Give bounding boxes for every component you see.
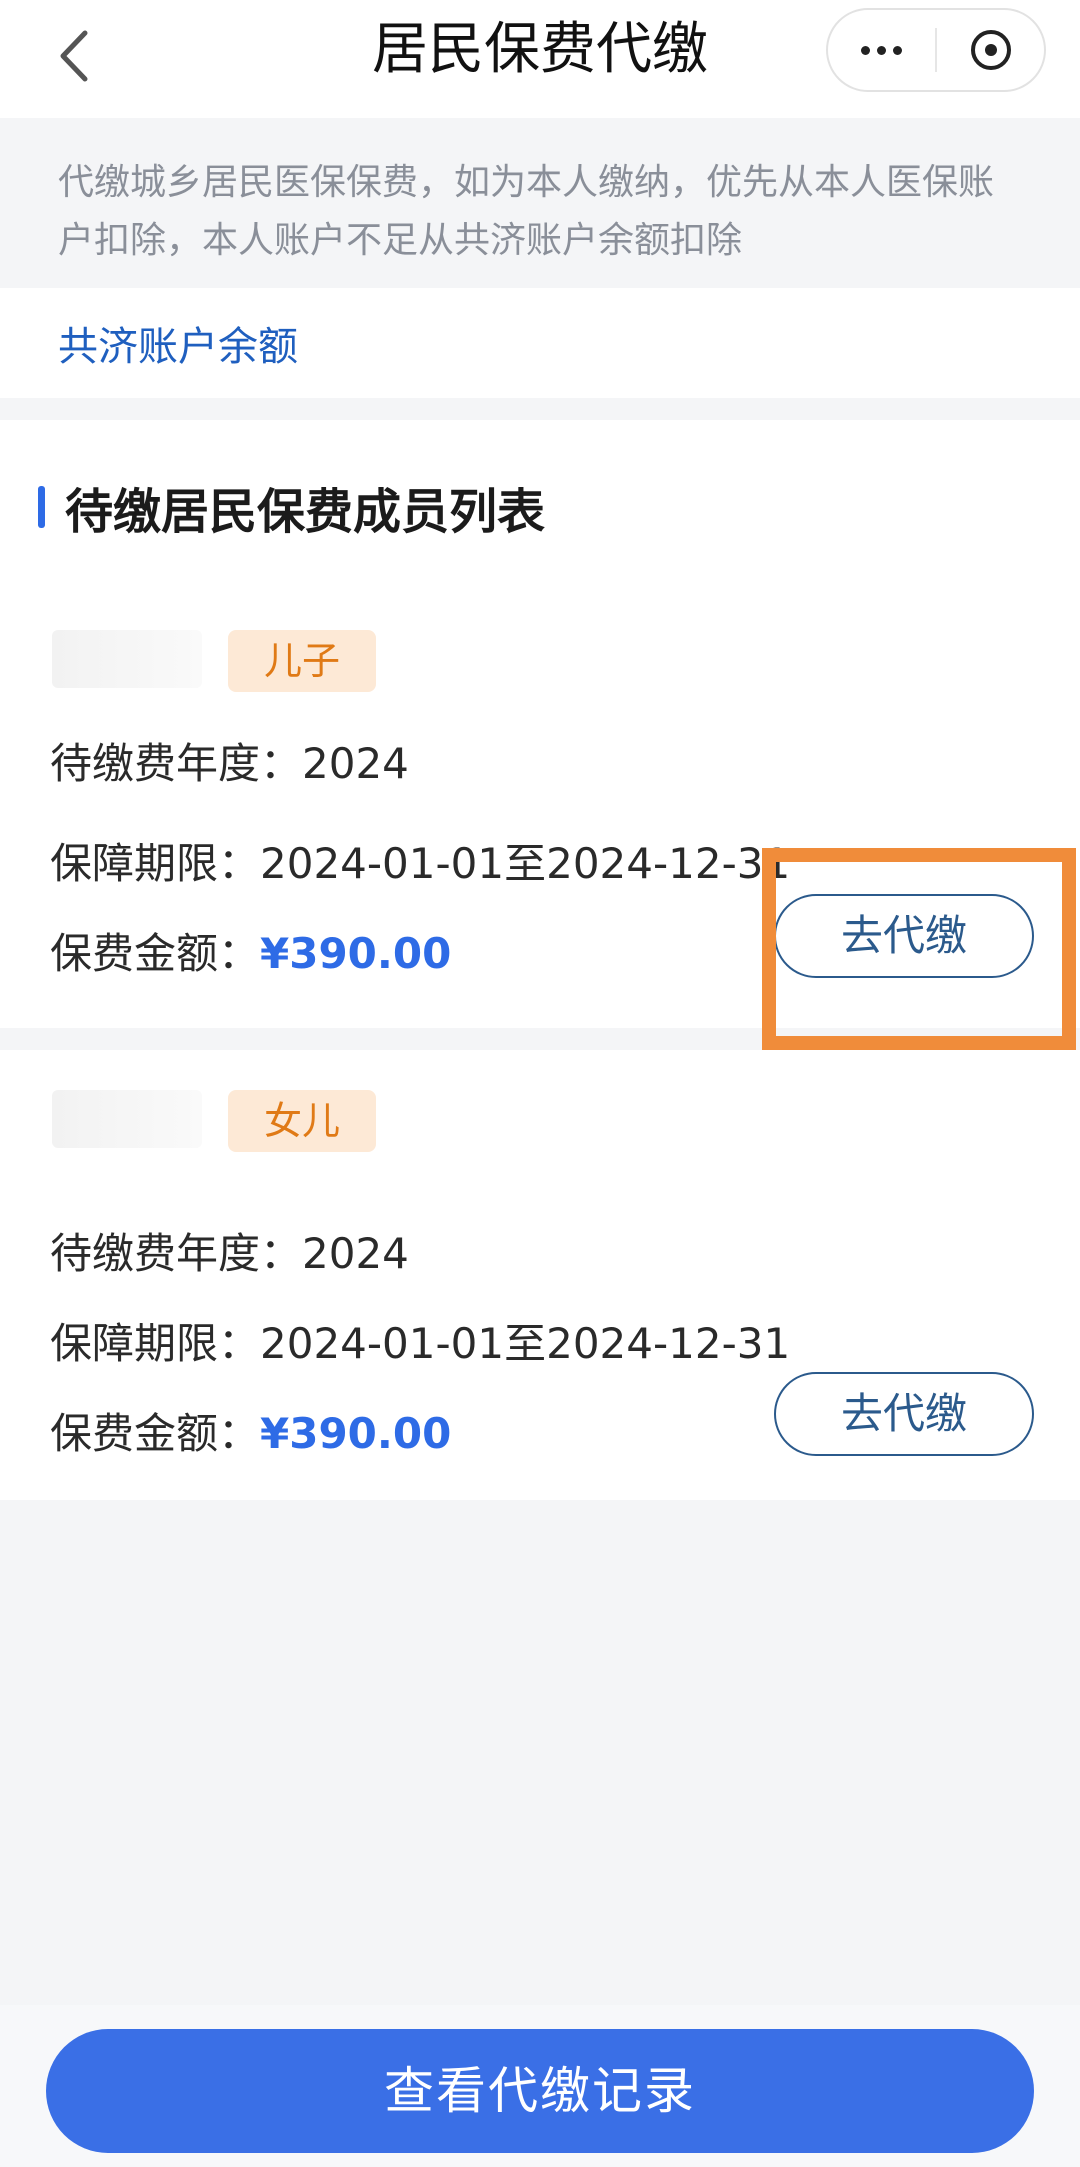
period-row: 保障期限：2024-01-01至2024-12-31 bbox=[50, 830, 790, 891]
period-label: 保障期限： bbox=[50, 839, 261, 888]
notice-panel: 代缴城乡居民医保保费，如为本人缴纳，优先从本人医保账户扣除，本人账户不足从共济账… bbox=[0, 118, 1080, 288]
member-name-redacted bbox=[52, 630, 202, 688]
section-title: 待缴居民保费成员列表 bbox=[65, 484, 546, 540]
chevron-left-icon bbox=[60, 30, 88, 82]
amount-row: 保费金额：¥390.00 bbox=[50, 1400, 451, 1461]
amount-row: 保费金额：¥390.00 bbox=[50, 920, 451, 981]
balance-panel: 共济账户余额 bbox=[0, 288, 1080, 398]
amount-label: 保费金额： bbox=[50, 1409, 261, 1458]
year-value: 2024 bbox=[302, 739, 409, 788]
member-card: 儿子 待缴费年度：2024 保障期限：2024-01-01至2024-12-31… bbox=[0, 590, 1080, 1028]
year-label: 待缴费年度： bbox=[50, 1229, 303, 1278]
mini-program-capsule bbox=[826, 8, 1046, 92]
close-button[interactable] bbox=[937, 10, 1044, 90]
relation-tag: 儿子 bbox=[228, 630, 376, 692]
navigation-bar: 居民保费代缴 bbox=[0, 0, 1080, 118]
year-row: 待缴费年度：2024 bbox=[50, 1220, 409, 1281]
period-row: 保障期限：2024-01-01至2024-12-31 bbox=[50, 1310, 790, 1371]
view-payment-records-button[interactable]: 查看代缴记录 bbox=[46, 2029, 1034, 2153]
relation-tag: 女儿 bbox=[228, 1090, 376, 1152]
period-label: 保障期限： bbox=[50, 1319, 261, 1368]
amount-value: ¥390.00 bbox=[260, 1409, 452, 1458]
amount-label: 保费金额： bbox=[50, 929, 261, 978]
member-name-redacted bbox=[52, 1090, 202, 1148]
section-header: 待缴居民保费成员列表 bbox=[38, 472, 545, 542]
close-circle-icon bbox=[970, 30, 1011, 70]
back-button[interactable] bbox=[44, 26, 104, 86]
year-label: 待缴费年度： bbox=[50, 739, 303, 788]
member-card: 女儿 待缴费年度：2024 保障期限：2024-01-01至2024-12-31… bbox=[0, 1050, 1080, 1500]
more-dots-icon bbox=[861, 45, 902, 55]
year-row: 待缴费年度：2024 bbox=[50, 730, 409, 791]
pay-on-behalf-button[interactable]: 去代缴 bbox=[774, 1372, 1034, 1456]
notice-text: 代缴城乡居民医保保费，如为本人缴纳，优先从本人医保账户扣除，本人账户不足从共济账… bbox=[58, 162, 995, 261]
year-value: 2024 bbox=[302, 1229, 409, 1278]
shared-account-balance-link[interactable]: 共济账户余额 bbox=[58, 314, 298, 372]
amount-value: ¥390.00 bbox=[260, 929, 452, 978]
section-accent-bar bbox=[38, 486, 45, 528]
pay-on-behalf-button[interactable]: 去代缴 bbox=[774, 894, 1034, 978]
period-value: 2024-01-01至2024-12-31 bbox=[260, 1319, 791, 1368]
period-value: 2024-01-01至2024-12-31 bbox=[260, 839, 791, 888]
bottom-action-bar: 查看代缴记录 bbox=[0, 2005, 1080, 2167]
more-button[interactable] bbox=[828, 10, 935, 90]
